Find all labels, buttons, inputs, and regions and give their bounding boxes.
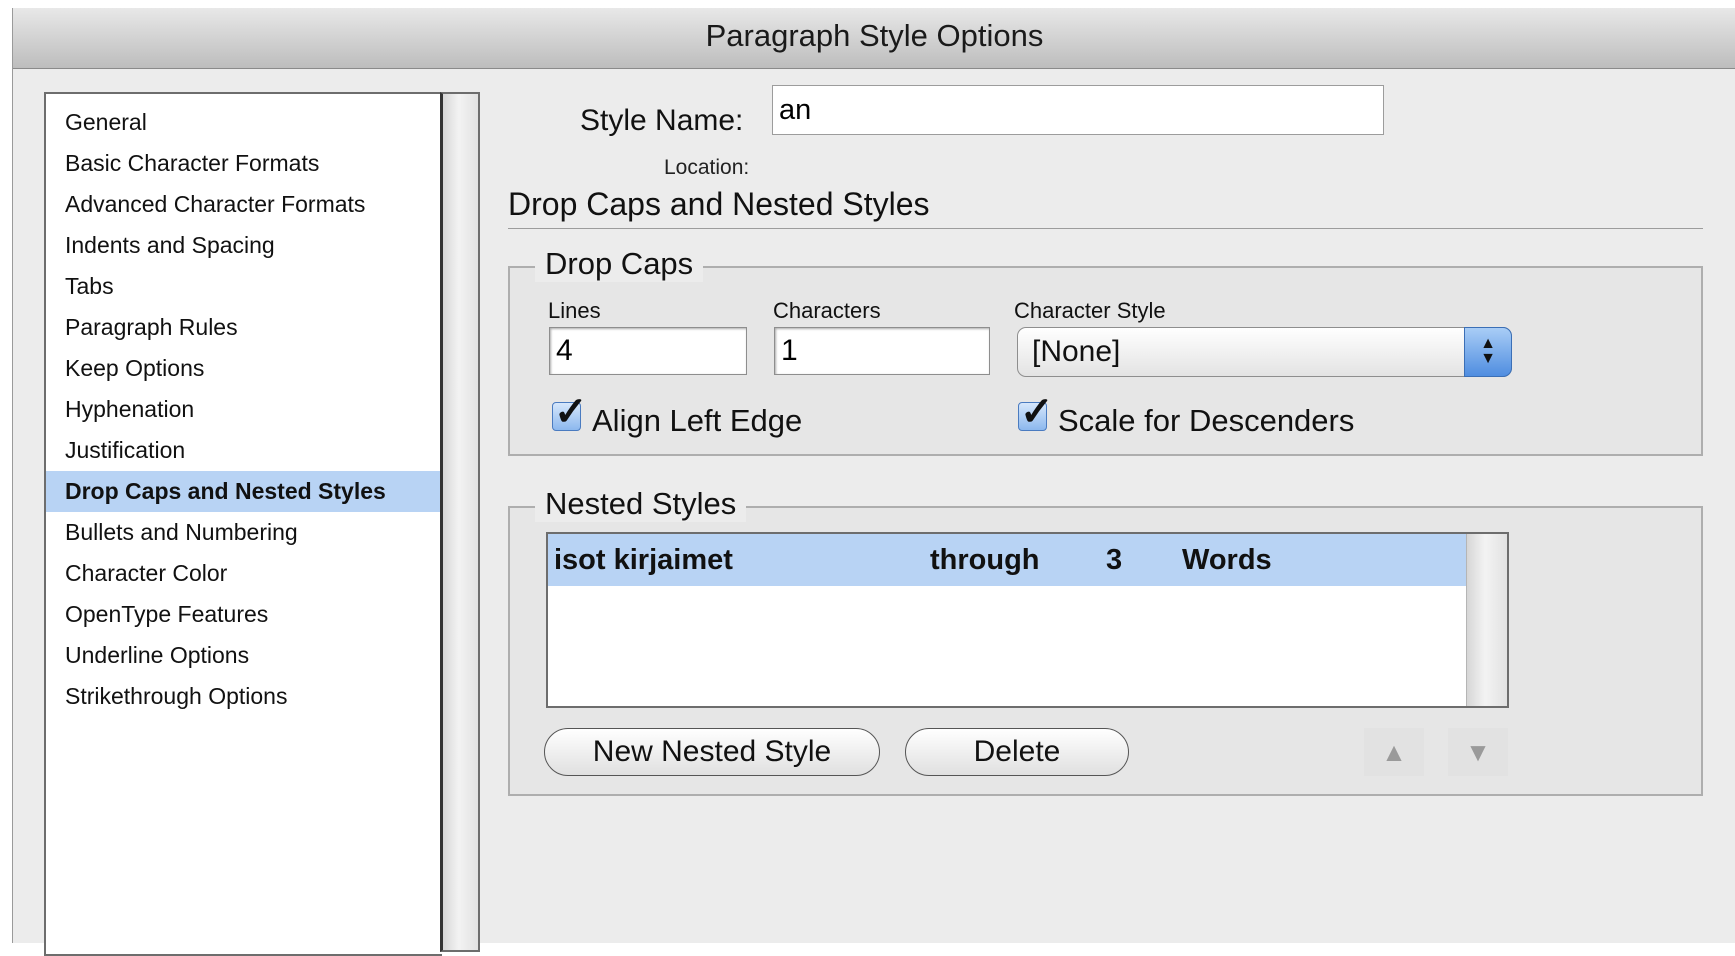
- triangle-down-icon: ▼: [1465, 737, 1491, 767]
- sidebar-item[interactable]: Character Color: [46, 553, 442, 594]
- window-title: Paragraph Style Options: [705, 18, 1044, 53]
- style-name-label: Style Name:: [580, 104, 744, 137]
- sidebar-item[interactable]: Advanced Character Formats: [46, 184, 442, 225]
- background-edge: [0, 0, 12, 943]
- delete-button[interactable]: Delete: [905, 728, 1129, 776]
- sidebar-item[interactable]: Bullets and Numbering: [46, 512, 442, 553]
- nested-style-unit[interactable]: Words: [1182, 544, 1272, 577]
- sidebar-item[interactable]: Underline Options: [46, 635, 442, 676]
- move-down-button[interactable]: ▼: [1448, 728, 1508, 776]
- category-list-scrollbar[interactable]: [440, 92, 480, 952]
- lines-field[interactable]: [549, 327, 747, 375]
- sidebar-item[interactable]: Justification: [46, 430, 442, 471]
- new-nested-style-button[interactable]: New Nested Style: [544, 728, 880, 776]
- checkmark-icon: ✓: [554, 390, 588, 434]
- location-label: Location:: [664, 156, 750, 179]
- nested-style-row[interactable]: isot kirjaimet through 3 Words: [548, 534, 1467, 586]
- title-bar[interactable]: Paragraph Style Options: [13, 8, 1735, 69]
- scale-for-descenders-checkbox[interactable]: ✓: [1018, 390, 1054, 434]
- drop-caps-legend: Drop Caps: [535, 246, 704, 282]
- sidebar-item[interactable]: Strikethrough Options: [46, 676, 442, 717]
- move-up-button[interactable]: ▲: [1364, 728, 1424, 776]
- checkmark-icon: ✓: [1020, 390, 1054, 434]
- nested-styles-list[interactable]: isot kirjaimet through 3 Words: [546, 532, 1509, 708]
- nested-style-count[interactable]: 3: [1106, 544, 1122, 577]
- character-style-select[interactable]: [None] ▲ ▼: [1017, 327, 1512, 377]
- sidebar-item[interactable]: Tabs: [46, 266, 442, 307]
- scale-for-descenders-label[interactable]: Scale for Descenders: [1058, 403, 1354, 439]
- sidebar-item[interactable]: Basic Character Formats: [46, 143, 442, 184]
- nested-style-name[interactable]: isot kirjaimet: [554, 544, 733, 577]
- lines-label: Lines: [548, 298, 601, 323]
- align-left-edge-checkbox[interactable]: ✓: [552, 390, 588, 434]
- character-style-label: Character Style: [1014, 298, 1166, 323]
- align-left-edge-label[interactable]: Align Left Edge: [592, 403, 802, 439]
- sidebar-item[interactable]: Indents and Spacing: [46, 225, 442, 266]
- section-title: Drop Caps and Nested Styles: [508, 186, 930, 222]
- triangle-up-icon: ▲: [1381, 737, 1407, 767]
- category-list[interactable]: General Basic Character Formats Advanced C…: [44, 92, 442, 956]
- characters-field[interactable]: [774, 327, 990, 375]
- sidebar-item[interactable]: Keep Options: [46, 348, 442, 389]
- sidebar-item[interactable]: Hyphenation: [46, 389, 442, 430]
- nested-styles-scrollbar[interactable]: [1466, 534, 1507, 706]
- characters-label: Characters: [773, 298, 881, 323]
- sidebar-item[interactable]: General: [46, 102, 442, 143]
- sidebar-item[interactable]: OpenType Features: [46, 594, 442, 635]
- character-style-value: [None]: [1032, 335, 1121, 368]
- select-stepper-icon: ▲ ▼: [1464, 327, 1512, 377]
- nested-style-mode[interactable]: through: [930, 544, 1040, 577]
- nested-styles-legend: Nested Styles: [535, 486, 747, 522]
- sidebar-item[interactable]: Drop Caps and Nested Styles: [46, 471, 442, 512]
- sidebar-item[interactable]: Paragraph Rules: [46, 307, 442, 348]
- style-name-input[interactable]: [772, 85, 1384, 135]
- section-divider: [508, 228, 1703, 229]
